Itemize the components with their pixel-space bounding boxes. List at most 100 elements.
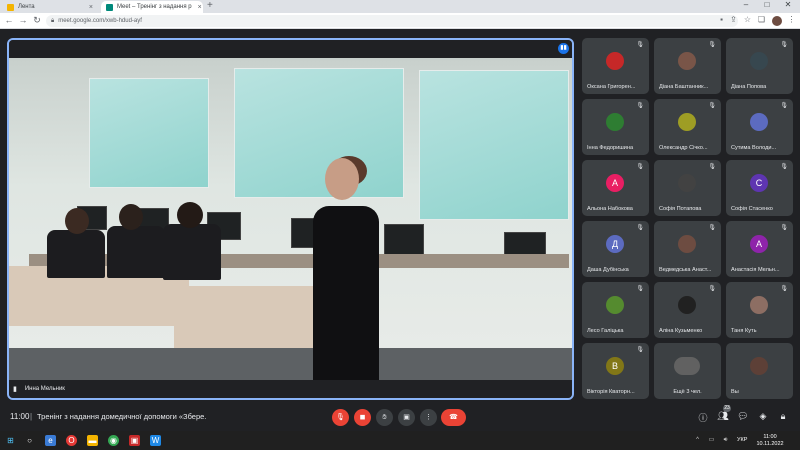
meeting-title: Тренінг з надання домедичної допомоги «З… bbox=[37, 412, 207, 421]
avatar-photo bbox=[606, 113, 624, 131]
present-icon[interactable]: ▣ bbox=[398, 409, 415, 426]
new-tab-button[interactable]: + bbox=[207, 0, 213, 11]
student-head-image bbox=[177, 202, 203, 228]
clock-time: 11:00 bbox=[763, 434, 777, 440]
participant-tile[interactable]: 🎙︎ Ведмедська Анаст... bbox=[654, 221, 721, 277]
participant-tile[interactable]: 🎙︎ В Вікторія Кваторн... bbox=[582, 343, 649, 399]
forward-arrow-icon[interactable]: → bbox=[17, 15, 29, 25]
avatar-photo bbox=[750, 52, 768, 70]
participant-tile[interactable]: 🎙︎ Діана Попова bbox=[726, 38, 793, 94]
participant-name: Аліна Кузьменко bbox=[659, 328, 703, 334]
avatar-photo bbox=[678, 113, 696, 131]
participant-name: Софія Потапова bbox=[659, 206, 702, 212]
desk-image bbox=[174, 286, 334, 348]
participant-name: Ещё 3 чел. bbox=[673, 389, 702, 395]
participant-tile[interactable]: 🎙︎ Аліна Кузьменко bbox=[654, 282, 721, 338]
avatar-photo bbox=[750, 113, 768, 131]
app-icon[interactable]: ▣ bbox=[129, 435, 140, 446]
participant-tile[interactable]: 🎙︎ Лесо Галіцька bbox=[582, 282, 649, 338]
profile-avatar[interactable] bbox=[772, 16, 782, 26]
participant-name: Таня Куть bbox=[731, 328, 757, 334]
window-image bbox=[89, 78, 209, 188]
mic-off-icon[interactable]: 🎙︎ bbox=[332, 409, 349, 426]
participant-tile[interactable]: 🎙︎ Діана Баштанник... bbox=[654, 38, 721, 94]
menu-dots-icon[interactable]: ⋮ bbox=[786, 15, 797, 24]
system-tray-arrow-icon[interactable]: ^ bbox=[692, 435, 703, 446]
camera-in-use-icon[interactable]: ▪ bbox=[716, 15, 727, 24]
mic-off-icon: 🎙︎ bbox=[636, 103, 644, 109]
mic-off-icon: 🎙︎ bbox=[708, 103, 716, 109]
close-window-button[interactable]: ✕ bbox=[780, 0, 796, 9]
mic-off-icon: 🎙︎ bbox=[708, 42, 716, 48]
windows-start-icon[interactable]: ⊞ bbox=[5, 435, 16, 446]
mic-off-icon: 🎙︎ bbox=[708, 225, 716, 231]
participant-tile[interactable]: 🎙︎ Таня Куть bbox=[726, 282, 793, 338]
file-explorer-icon[interactable]: ▬ bbox=[87, 435, 98, 446]
bookmark-star-icon[interactable]: ☆ bbox=[742, 15, 753, 24]
meeting-time: 11:00 bbox=[10, 412, 30, 421]
tab-title: Лента bbox=[18, 4, 35, 10]
participant-name: Олександр Січко... bbox=[659, 145, 708, 151]
maximize-button[interactable]: □ bbox=[759, 0, 775, 9]
participant-tile[interactable]: 🎙︎ С Софія Стасенко bbox=[726, 160, 793, 216]
close-icon[interactable]: × bbox=[89, 4, 93, 11]
participant-name: Даша Дубінська bbox=[587, 267, 629, 273]
search-icon[interactable]: ○ bbox=[24, 435, 35, 446]
share-icon[interactable]: ⇪ bbox=[728, 15, 739, 24]
mic-off-icon: 🎙︎ bbox=[636, 164, 644, 170]
host-controls-lock-icon[interactable]: 🔒︎ bbox=[777, 411, 789, 422]
network-icon[interactable]: ▭ bbox=[706, 435, 717, 446]
participant-tile[interactable]: Вы bbox=[726, 343, 793, 399]
activities-icon[interactable]: ◈ bbox=[757, 411, 769, 422]
extensions-icon[interactable]: ❏ bbox=[756, 15, 767, 24]
tab-favicon-icon bbox=[7, 3, 14, 11]
browser-tab-active[interactable]: Meet – Тренінг з надання р × bbox=[101, 1, 203, 13]
edge-browser-icon[interactable]: e bbox=[45, 435, 56, 446]
mic-off-icon: 🎙︎ bbox=[636, 286, 644, 292]
participant-tile[interactable]: 🎙︎ Інна Федоришина bbox=[582, 99, 649, 155]
monitor-image bbox=[384, 224, 424, 258]
mic-off-icon: 🎙︎ bbox=[780, 103, 788, 109]
camera-off-icon[interactable]: ◼ bbox=[354, 409, 371, 426]
student-image bbox=[107, 226, 165, 278]
language-indicator[interactable]: УКР bbox=[737, 437, 747, 443]
mic-off-icon: 🎙︎ bbox=[780, 42, 788, 48]
avatar-photo bbox=[678, 296, 696, 314]
volume-icon[interactable]: 🔊︎ bbox=[720, 435, 731, 446]
participant-tile[interactable]: 🎙︎ Софія Потапова bbox=[654, 160, 721, 216]
people-icon[interactable]: 👥︎ bbox=[717, 411, 729, 422]
participant-tile[interactable]: 🎙︎ Оксана Григорен... bbox=[582, 38, 649, 94]
stage-top-bar: ▮▮ bbox=[9, 40, 572, 58]
back-arrow-icon[interactable]: ← bbox=[3, 15, 15, 25]
url-input[interactable]: 🔒︎ meet.google.com/xwb-hdud-ayf bbox=[46, 15, 738, 27]
opera-icon[interactable]: O bbox=[66, 435, 77, 446]
raise-hand-icon[interactable]: ✋︎ bbox=[376, 409, 393, 426]
close-icon[interactable]: × bbox=[198, 4, 202, 11]
word-icon[interactable]: W bbox=[150, 435, 161, 446]
participant-tile[interactable]: 🎙︎ Сутима Володи... bbox=[726, 99, 793, 155]
system-clock[interactable]: 11:00 10.11.2022 bbox=[755, 434, 785, 448]
participant-tile[interactable]: Ещё 3 чел. bbox=[654, 343, 721, 399]
reload-icon[interactable]: ↻ bbox=[31, 15, 43, 26]
mic-off-icon: 🎙︎ bbox=[636, 347, 644, 353]
main-video-stage[interactable]: ▮▮ ▮ Инна Мельник bbox=[7, 38, 574, 400]
participant-tile[interactable]: 🎙︎ Олександр Січко... bbox=[654, 99, 721, 155]
more-vertical-icon[interactable]: ⋮ bbox=[420, 409, 437, 426]
minimize-button[interactable]: – bbox=[738, 0, 754, 9]
participant-tile[interactable]: 🎙︎ А Альона Набокова bbox=[582, 160, 649, 216]
hangup-icon[interactable]: ☎︎ bbox=[441, 409, 466, 426]
window-image bbox=[419, 70, 569, 220]
chrome-icon[interactable]: ◉ bbox=[108, 435, 119, 446]
participant-tile[interactable]: 🎙︎ Д Даша Дубінська bbox=[582, 221, 649, 277]
participant-name: Анастасія Мельн... bbox=[731, 267, 780, 273]
browser-tab[interactable]: Лента × bbox=[2, 1, 98, 13]
info-icon[interactable]: ⓘ bbox=[697, 411, 709, 424]
avatar-photo bbox=[606, 52, 624, 70]
student-image bbox=[47, 230, 105, 278]
chat-icon[interactable]: 💬︎ bbox=[737, 411, 749, 422]
participant-tile[interactable]: 🎙︎ А Анастасія Мельн... bbox=[726, 221, 793, 277]
pin-icon[interactable]: ▮ bbox=[13, 385, 17, 393]
avatar-photo bbox=[750, 357, 768, 375]
mic-off-icon: 🎙︎ bbox=[780, 164, 788, 170]
participant-name: Вы bbox=[731, 389, 739, 395]
